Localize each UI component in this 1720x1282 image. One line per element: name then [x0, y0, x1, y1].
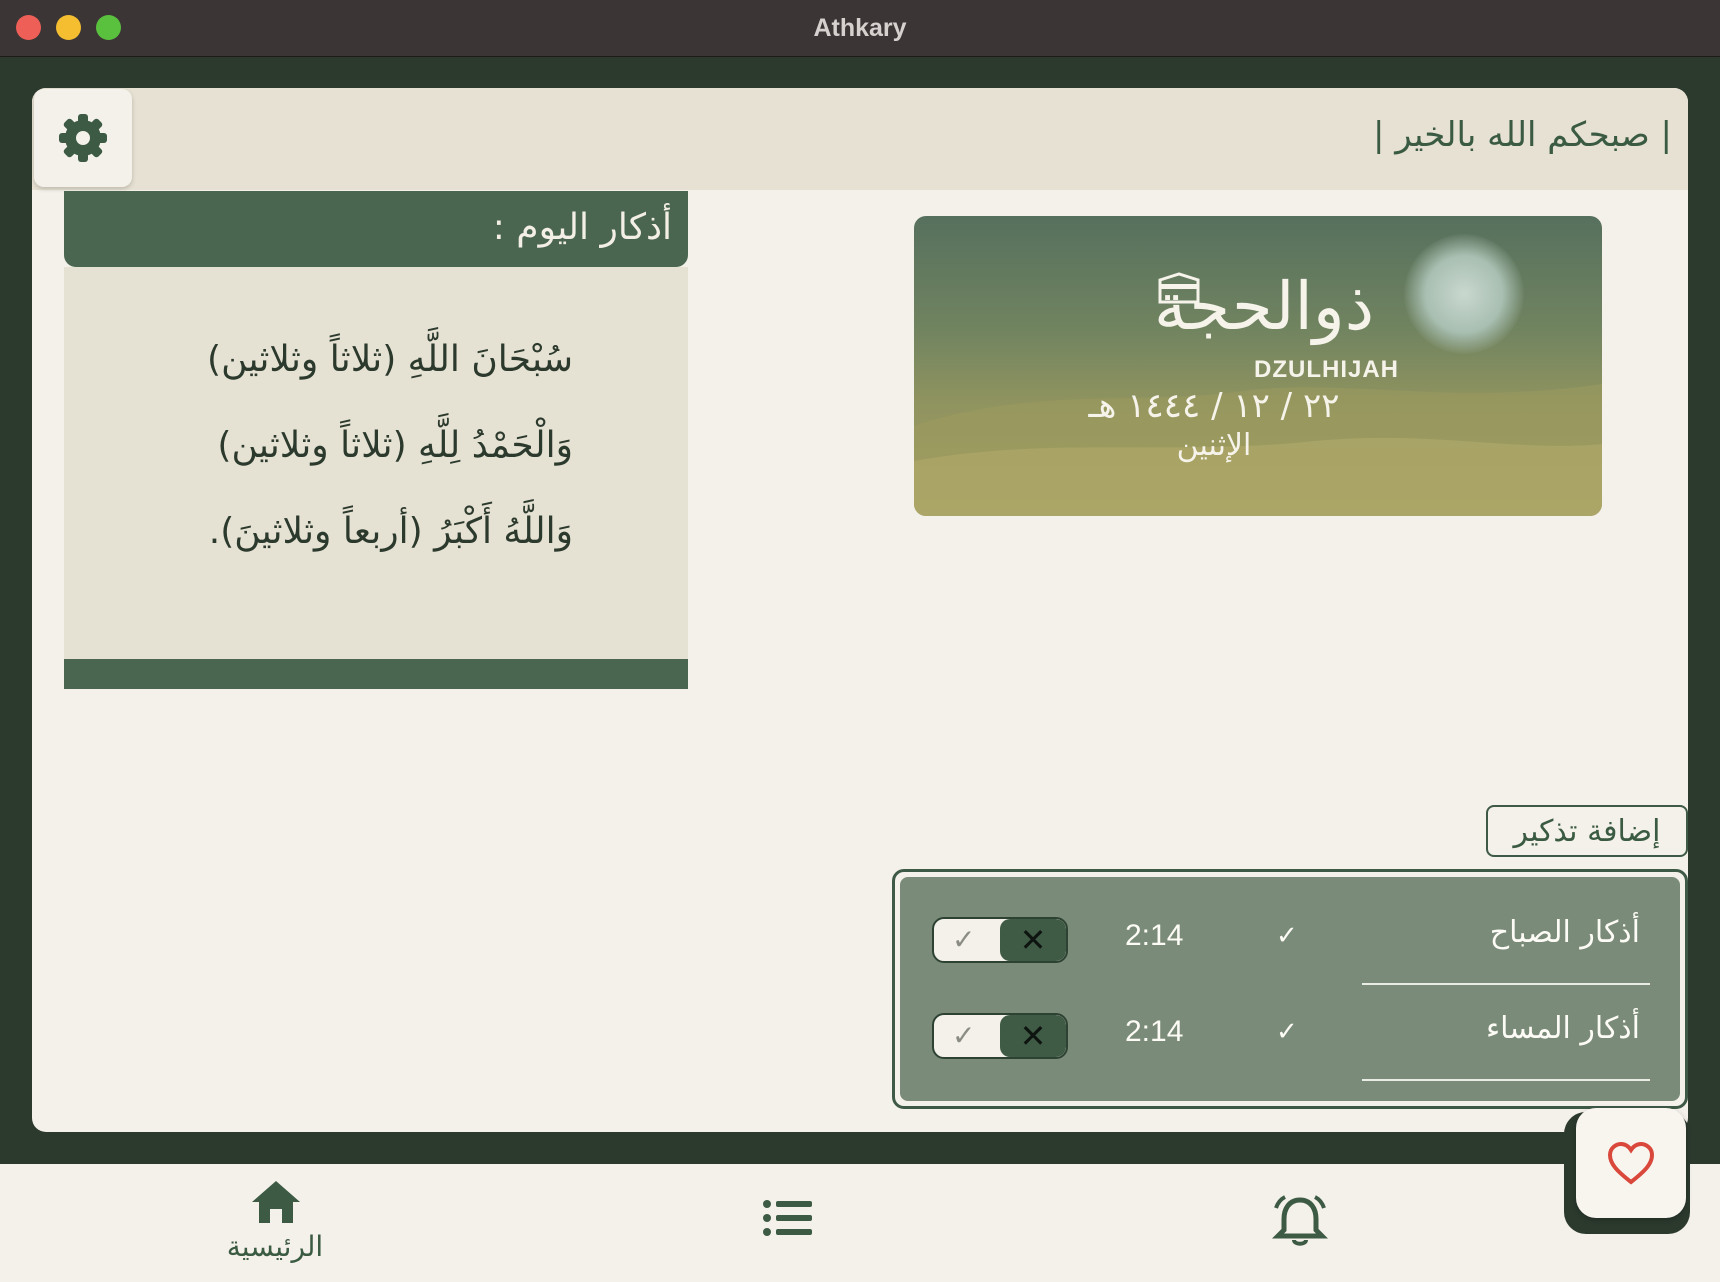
dhikr-line: وَاللَّهُ أَكْبَرُ (أربعاً وثلاثينَ). — [208, 511, 573, 552]
sun — [1404, 234, 1524, 354]
heart-icon — [1607, 1141, 1655, 1185]
reminder-name: أذكار الصباح — [1489, 915, 1640, 950]
check-icon: ✓ — [952, 1019, 976, 1052]
check-icon: ✓ — [1276, 1017, 1298, 1047]
window-title: Athkary — [813, 14, 907, 42]
reminder-time[interactable]: 2:14 — [1125, 919, 1183, 953]
nav-home[interactable]: الرئيسية — [212, 1174, 338, 1274]
nav-alarms[interactable] — [1271, 1194, 1329, 1248]
reminder-toggle[interactable]: ✓ ✕ — [932, 917, 1068, 963]
main-content: | صبحكم الله بالخير | أذكار اليوم : سُبْ… — [32, 88, 1688, 1132]
reminder-toggle[interactable]: ✓ ✕ — [932, 1013, 1068, 1059]
daily-dhikr-body: سُبْحَانَ اللَّهِ (ثلاثاً وثلاثين) وَالْ… — [64, 267, 688, 659]
gear-icon — [59, 114, 107, 162]
dhikr-line: سُبْحَانَ اللَّهِ (ثلاثاً وثلاثين) — [207, 339, 573, 380]
reminders-panel: أذكار الصباح ✓ 2:14 ✓ ✕ أذكار المساء ✓ 2… — [892, 869, 1688, 1109]
hijri-month-arabic: ذوالحجة — [1153, 268, 1375, 345]
nav-list[interactable] — [760, 1196, 816, 1244]
reminder-underline — [1362, 1079, 1650, 1081]
hijri-month-english: DZULHIJAH — [1254, 356, 1399, 383]
hijri-date: ٢٢ / ١٢ / ١٤٤٤ هـ — [1088, 386, 1340, 426]
close-icon: ✕ — [1000, 919, 1066, 961]
reminder-underline — [1362, 983, 1650, 985]
settings-button[interactable] — [34, 89, 132, 187]
daily-dhikr-footer — [64, 659, 688, 689]
reminder-name: أذكار المساء — [1486, 1011, 1640, 1046]
greeting-text: | صبحكم الله بالخير | — [1372, 115, 1672, 155]
hijri-date-banner: ذوالحجة DZULHIJAH ٢٢ / ١٢ / ١٤٤٤ هـ الإث… — [914, 216, 1602, 516]
home-icon — [252, 1181, 300, 1223]
favorite-button[interactable] — [1576, 1108, 1686, 1218]
check-icon: ✓ — [952, 923, 976, 956]
bell-icon — [1271, 1195, 1329, 1246]
daily-dhikr-header: أذكار اليوم : — [64, 191, 688, 267]
close-icon: ✕ — [1000, 1015, 1066, 1057]
list-icon — [763, 1200, 812, 1236]
nav-home-label: الرئيسية — [226, 1230, 324, 1263]
weekday: الإثنين — [1176, 428, 1252, 463]
reminders-list: أذكار الصباح ✓ 2:14 ✓ ✕ أذكار المساء ✓ 2… — [900, 877, 1680, 1101]
daily-dhikr-title: أذكار اليوم : — [492, 207, 672, 248]
dhikr-line: وَالْحَمْدُ لِلَّهِ (ثلاثاً وثلاثين) — [217, 425, 573, 466]
add-reminder-button[interactable]: إضافة تذكير — [1486, 805, 1688, 857]
reminder-time[interactable]: 2:14 — [1125, 1015, 1183, 1049]
check-icon: ✓ — [1276, 921, 1298, 951]
